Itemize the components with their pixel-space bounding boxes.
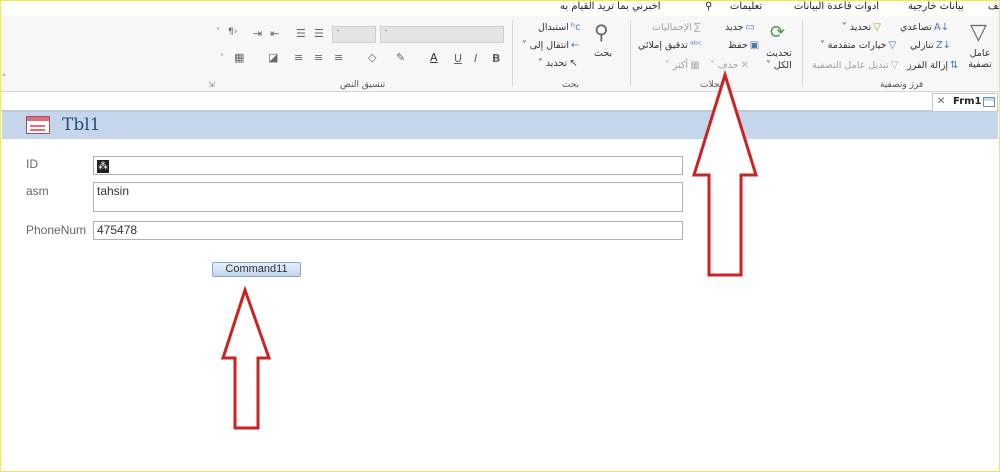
annotation-layer <box>220 69 759 430</box>
annotation-arrow-ribbon <box>691 69 759 277</box>
annotation-arrow-button <box>220 285 272 430</box>
